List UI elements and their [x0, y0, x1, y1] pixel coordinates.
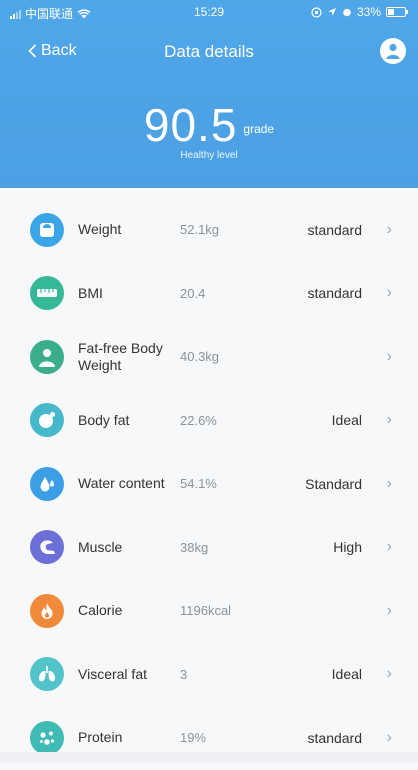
chevron-right-icon: ›: [386, 601, 392, 619]
drop-circle-icon: [30, 403, 64, 438]
chevron-right-icon: ›: [386, 220, 392, 238]
metric-status: standard: [307, 729, 362, 746]
battery-icon: [386, 7, 408, 17]
list-bottom-edge: [0, 752, 418, 763]
metric-row-visceral-fat[interactable]: Visceral fat 3 Ideal ›: [0, 643, 418, 707]
metric-label: Protein: [78, 729, 123, 746]
lungs-icon: [30, 657, 64, 692]
battery-percent: 33%: [356, 5, 381, 19]
metric-value: 54.1%: [180, 476, 217, 492]
muscle-arm-icon: [30, 530, 64, 565]
metric-status: Ideal: [331, 412, 362, 429]
metric-value: 19%: [180, 730, 207, 746]
chevron-right-icon: ›: [386, 538, 392, 556]
score-value: 90.5: [143, 99, 238, 151]
metric-row-body-fat[interactable]: Body fat 22.6% Ideal ›: [0, 389, 418, 453]
metric-row-fat-free-body-weight[interactable]: Fat-free Body Weight 40.3kg ›: [0, 325, 418, 389]
metric-value: 22.6%: [180, 412, 217, 428]
metric-label: Visceral fat: [78, 665, 147, 682]
chevron-right-icon: ›: [386, 284, 392, 302]
metric-value: 40.3kg: [180, 349, 220, 365]
rotation-lock-icon: [311, 6, 322, 18]
metric-status: High: [333, 539, 362, 556]
metric-label: Water content: [78, 475, 165, 492]
scale-icon: [30, 212, 64, 247]
metric-label: Body fat: [78, 411, 130, 428]
molecule-icon: [30, 720, 64, 755]
header-banner: 中国联通 15:29 33% Back Data details 90.5 gra…: [0, 0, 418, 188]
metric-value: 1196kcal: [180, 603, 232, 619]
chevron-right-icon: ›: [386, 474, 392, 492]
chevron-right-icon: ›: [386, 665, 392, 683]
metric-label: Weight: [78, 221, 122, 238]
score-unit: grade: [243, 122, 275, 136]
nav-bar: Back Data details: [0, 28, 418, 76]
chevron-right-icon: ›: [386, 411, 392, 429]
metric-row-calorie[interactable]: Calorie 1196kcal ›: [0, 579, 418, 643]
chevron-right-icon: ›: [386, 347, 392, 365]
metric-label: BMI: [78, 284, 103, 301]
page-title: Data details: [164, 42, 254, 61]
metric-value: 3: [180, 666, 188, 682]
ruler-icon: [30, 276, 64, 311]
metric-status: standard: [307, 285, 362, 302]
metric-label: Calorie: [78, 602, 123, 619]
metric-label: Muscle: [78, 538, 123, 555]
metric-value: 20.4: [180, 285, 206, 301]
metric-row-bmi[interactable]: BMI 20.4 standard ›: [0, 262, 418, 326]
metric-status: Ideal: [331, 666, 362, 683]
health-score: 90.5 grade Healthy level: [0, 98, 418, 161]
flame-icon: [30, 593, 64, 628]
score-level: Healthy level: [180, 150, 238, 161]
metric-value: 52.1kg: [180, 222, 220, 238]
status-bar: 中国联通 15:29 33%: [0, 0, 418, 24]
user-icon: [386, 43, 400, 59]
metric-row-water-content[interactable]: Water content 54.1% Standard ›: [0, 452, 418, 516]
water-drop-icon: [30, 466, 64, 501]
metric-value: 38kg: [180, 539, 209, 555]
metric-status: standard: [307, 221, 362, 238]
metric-status: Standard: [305, 475, 362, 492]
metric-row-muscle[interactable]: Muscle 38kg High ›: [0, 516, 418, 580]
person-icon: [30, 339, 64, 374]
alarm-icon: [343, 8, 351, 17]
metric-row-weight[interactable]: Weight 52.1kg standard ›: [0, 198, 418, 262]
metric-label: Fat-free Body Weight: [78, 339, 163, 373]
profile-button[interactable]: [380, 38, 406, 64]
location-icon: [327, 8, 336, 16]
chevron-right-icon: ›: [386, 728, 392, 746]
metrics-list: Weight 52.1kg standard › BMI 20.4 standa…: [0, 198, 418, 770]
